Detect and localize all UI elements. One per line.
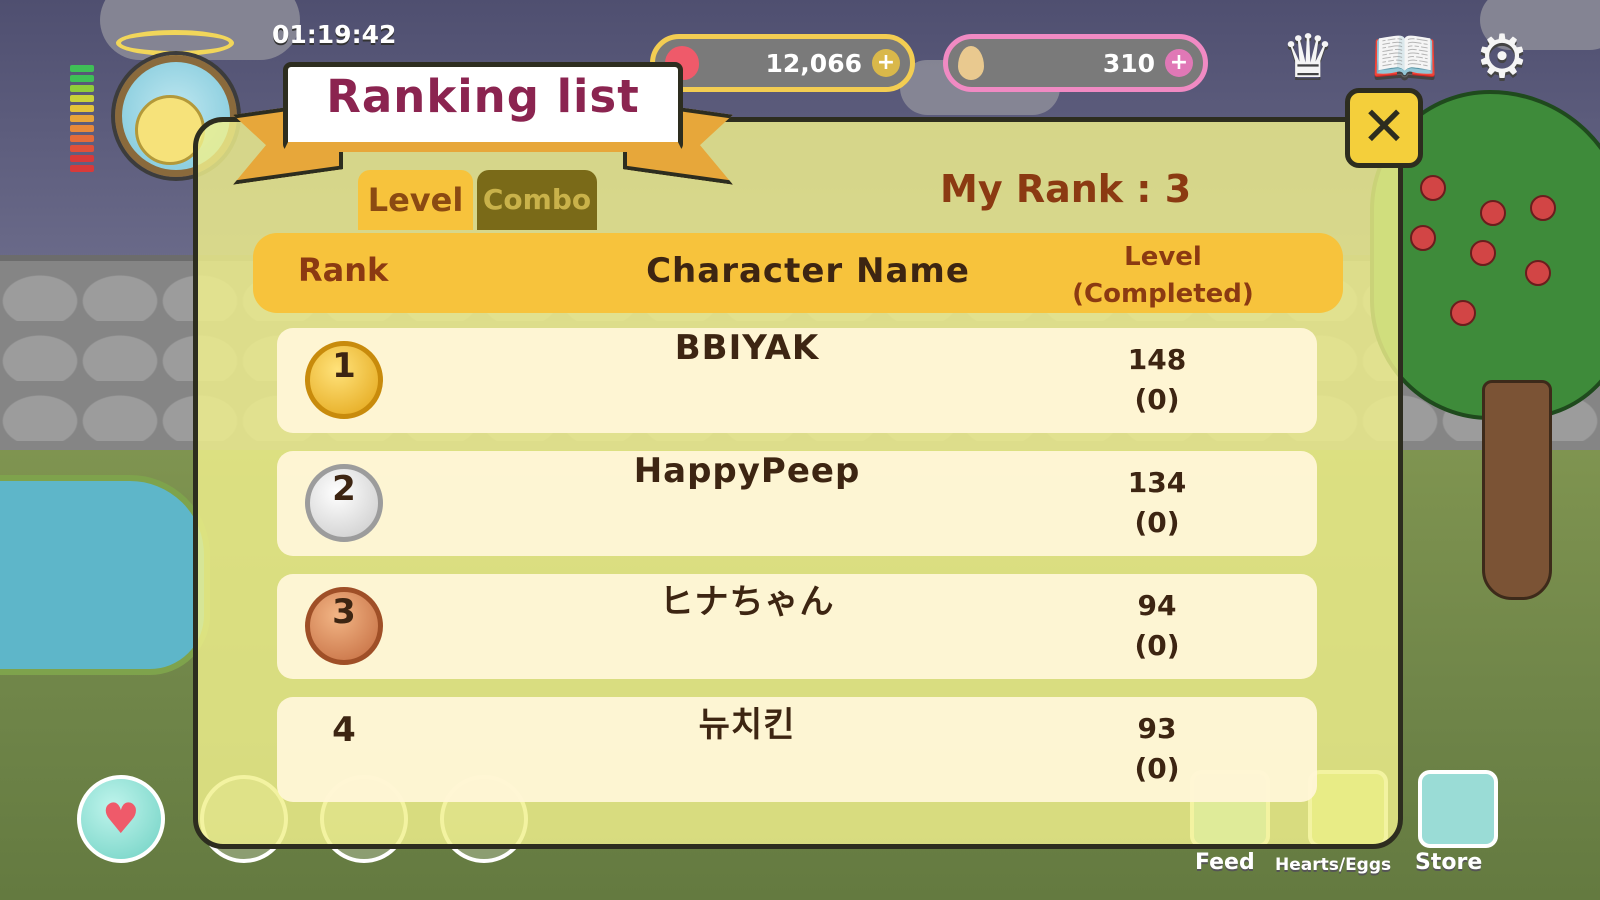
play-time: 01:19:42 <box>272 20 397 49</box>
feed-label: Feed <box>1195 850 1255 875</box>
tab-combo[interactable]: Combo <box>477 170 597 230</box>
level-cell: 93 (0) <box>1067 709 1247 789</box>
apple <box>1420 175 1446 201</box>
gear-icon[interactable]: ⚙ <box>1462 22 1542 92</box>
character-name: 뉴치킨 <box>698 705 796 745</box>
column-header-level-line1: Level <box>1124 242 1202 272</box>
apple <box>1525 260 1551 286</box>
rank-number: 4 <box>332 710 356 750</box>
eggs-counter: 310 + <box>943 34 1208 92</box>
store-button[interactable] <box>1418 770 1498 848</box>
apple <box>1410 225 1436 251</box>
ranking-row[interactable]: 3 ヒナちゃん 94 (0) <box>277 574 1317 679</box>
silver-medal-icon: 2 <box>305 464 383 542</box>
bronze-medal-icon: 3 <box>305 587 383 665</box>
level-cell: 134 (0) <box>1067 463 1247 543</box>
completed-value: (0) <box>1134 506 1180 539</box>
column-header-level-line2: (Completed) <box>1072 279 1254 309</box>
ranking-row[interactable]: 1 BBIYAK 148 (0) <box>277 328 1317 433</box>
completed-value: (0) <box>1134 383 1180 416</box>
mood-gauge <box>70 65 94 183</box>
hearts-value: 12,066 <box>765 48 862 78</box>
hearts-eggs-label: Hearts/Eggs <box>1275 855 1392 875</box>
fruit-tree-trunk <box>1482 380 1552 600</box>
ranking-row[interactable]: 2 HappyPeep 134 (0) <box>277 451 1317 556</box>
character-name: BBIYAK <box>674 328 820 368</box>
ranking-table-header: Rank Character Name Level (Completed) <box>253 233 1343 313</box>
pond <box>0 475 210 675</box>
eggs-value: 310 <box>1102 48 1155 78</box>
halo-icon <box>116 30 234 56</box>
egg-icon <box>958 46 984 80</box>
crown-icon[interactable]: ♛ <box>1268 22 1348 92</box>
apple <box>1450 300 1476 326</box>
my-rank-label: My Rank : 3 <box>940 167 1192 211</box>
character-name: ヒナちゃん <box>659 582 835 622</box>
add-hearts-button[interactable]: + <box>872 49 900 77</box>
tab-level[interactable]: Level <box>358 170 473 230</box>
close-button[interactable]: ✕ <box>1345 88 1423 168</box>
gold-medal-icon: 1 <box>305 341 383 419</box>
panel-title: Ranking list <box>326 70 640 123</box>
level-value: 94 <box>1137 589 1177 622</box>
completed-value: (0) <box>1134 752 1180 785</box>
level-value: 93 <box>1137 712 1177 745</box>
book-icon[interactable]: 📖 <box>1365 22 1445 92</box>
column-header-name: Character Name <box>646 251 970 291</box>
character-name: HappyPeep <box>633 451 861 491</box>
apple <box>1470 240 1496 266</box>
add-eggs-button[interactable]: + <box>1165 49 1193 77</box>
ranking-row[interactable]: 4 뉴치킨 93 (0) <box>277 697 1317 802</box>
apple <box>1530 195 1556 221</box>
completed-value: (0) <box>1134 629 1180 662</box>
apple <box>1480 200 1506 226</box>
ranking-rows: 1 BBIYAK 148 (0) 2 HappyPeep 134 (0) 3 ヒ… <box>277 328 1317 820</box>
title-ribbon: Ranking list <box>233 52 733 177</box>
level-value: 148 <box>1127 343 1187 376</box>
column-header-level: Level (Completed) <box>1053 239 1273 313</box>
heart-icon: ♥ <box>102 794 140 843</box>
level-cell: 94 (0) <box>1067 586 1247 666</box>
level-cell: 148 (0) <box>1067 340 1247 420</box>
column-header-rank: Rank <box>298 251 389 289</box>
level-value: 134 <box>1127 466 1187 499</box>
store-label: Store <box>1415 850 1483 875</box>
heart-orb-button[interactable]: ♥ <box>77 775 165 863</box>
